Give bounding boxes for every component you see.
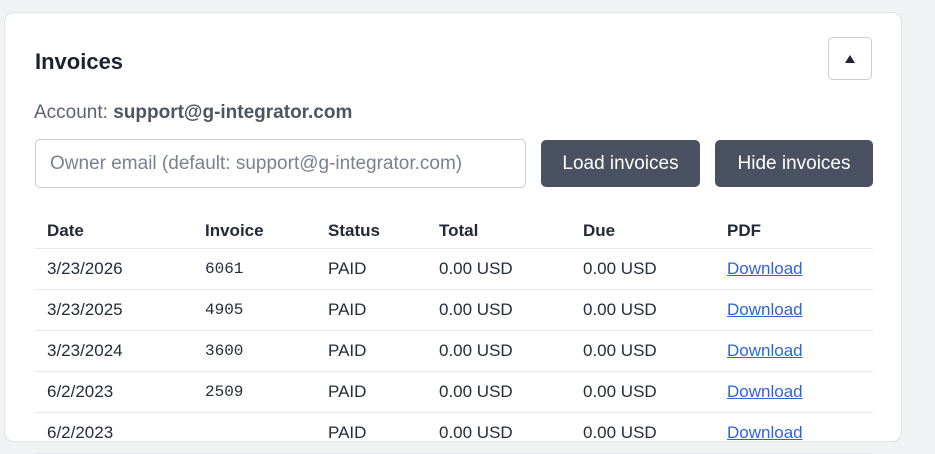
account-label: Account: [34, 102, 108, 123]
cell-invoice [193, 412, 316, 454]
cell-total: 0.00 USD [427, 289, 571, 331]
cell-due: 0.00 USD [571, 371, 715, 413]
cell-pdf: Download [715, 412, 873, 454]
account-line: Account: support@g-integrator.com [34, 102, 352, 124]
cell-due: 0.00 USD [571, 289, 715, 331]
cell-total: 0.00 USD [427, 248, 571, 290]
owner-email-input[interactable] [35, 139, 526, 188]
cell-status: PAID [316, 330, 427, 372]
cell-status: PAID [316, 248, 427, 290]
cell-invoice: 6061 [193, 248, 316, 290]
table-row: 6/2/2023 PAID 0.00 USD 0.00 USD Download [35, 412, 873, 454]
hide-invoices-button[interactable]: Hide invoices [715, 140, 873, 187]
collapse-button[interactable] [828, 37, 872, 80]
table-row: 3/23/2025 4905 PAID 0.00 USD 0.00 USD Do… [35, 289, 873, 331]
cell-invoice: 3600 [193, 330, 316, 372]
header-status: Status [316, 213, 427, 249]
cell-date: 3/23/2026 [35, 248, 193, 290]
download-link[interactable]: Download [727, 341, 803, 360]
download-link[interactable]: Download [727, 300, 803, 319]
table-row: 3/23/2026 6061 PAID 0.00 USD 0.00 USD Do… [35, 248, 873, 290]
cell-total: 0.00 USD [427, 412, 571, 454]
table-header-row: Date Invoice Status Total Due PDF [35, 213, 873, 249]
header-due: Due [571, 213, 715, 249]
cell-status: PAID [316, 289, 427, 331]
cell-invoice: 2509 [193, 371, 316, 413]
triangle-up-icon [845, 54, 855, 63]
download-link[interactable]: Download [727, 382, 803, 401]
invoices-card: Invoices Account: support@g-integrator.c… [4, 12, 902, 454]
cell-pdf: Download [715, 248, 873, 290]
table-row: 6/2/2023 2509 PAID 0.00 USD 0.00 USD Dow… [35, 371, 873, 413]
cell-total: 0.00 USD [427, 371, 571, 413]
header-date: Date [35, 213, 193, 249]
download-link[interactable]: Download [727, 259, 803, 278]
cell-date: 3/23/2025 [35, 289, 193, 331]
header-invoice: Invoice [193, 213, 316, 249]
cell-status: PAID [316, 412, 427, 454]
cell-date: 6/2/2023 [35, 412, 193, 454]
cell-pdf: Download [715, 371, 873, 413]
cell-due: 0.00 USD [571, 412, 715, 454]
cell-date: 3/23/2024 [35, 330, 193, 372]
cell-pdf: Download [715, 289, 873, 331]
cell-date: 6/2/2023 [35, 371, 193, 413]
cell-due: 0.00 USD [571, 248, 715, 290]
cell-status: PAID [316, 371, 427, 413]
header-pdf: PDF [715, 213, 873, 249]
table-row: 3/23/2024 3600 PAID 0.00 USD 0.00 USD Do… [35, 330, 873, 372]
account-email: support@g-integrator.com [113, 102, 353, 123]
cell-pdf: Download [715, 330, 873, 372]
card-title: Invoices [35, 49, 124, 74]
cell-due: 0.00 USD [571, 330, 715, 372]
load-invoices-button[interactable]: Load invoices [541, 140, 700, 187]
cell-invoice: 4905 [193, 289, 316, 331]
header-total: Total [427, 213, 571, 249]
cell-total: 0.00 USD [427, 330, 571, 372]
invoices-table: Date Invoice Status Total Due PDF 3/23/2… [35, 213, 873, 454]
download-link[interactable]: Download [727, 423, 803, 442]
